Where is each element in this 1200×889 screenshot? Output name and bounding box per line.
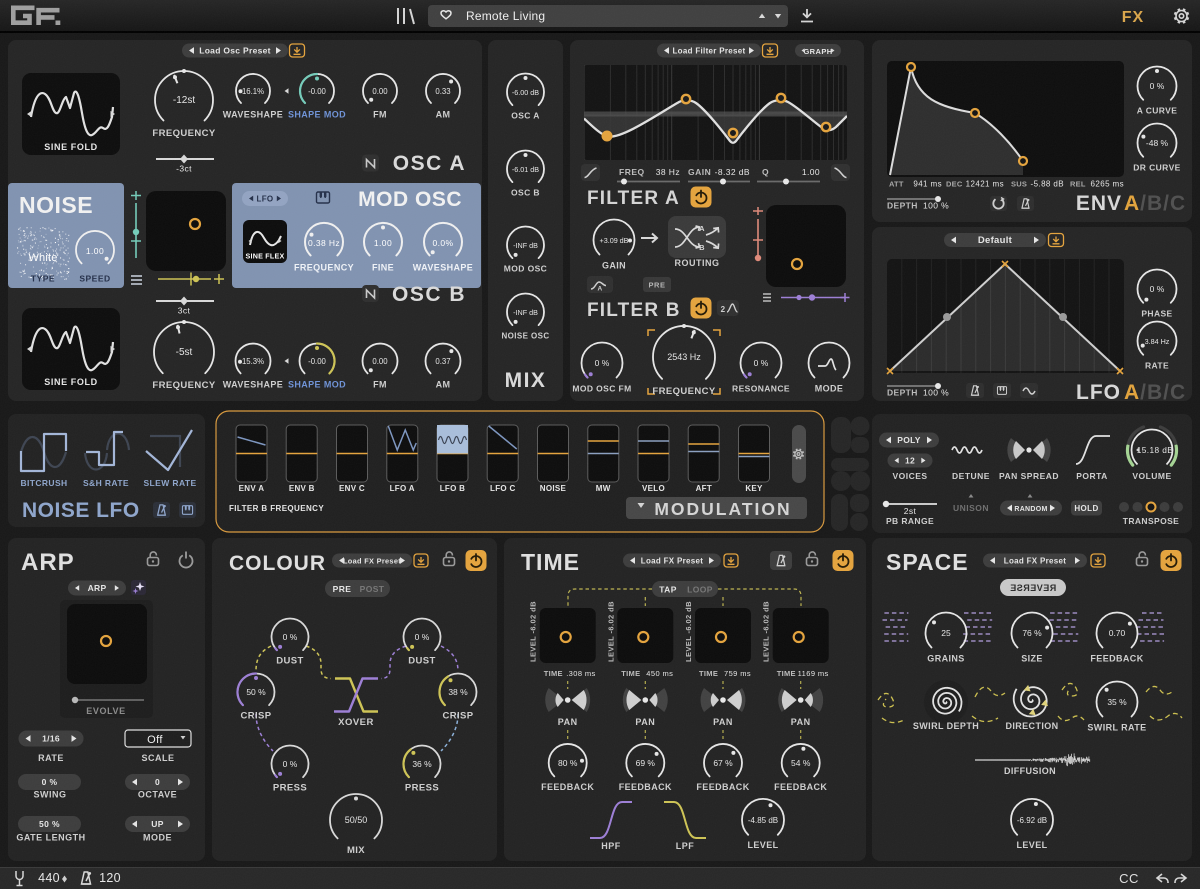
svg-text:Remote Living: Remote Living xyxy=(466,9,545,23)
svg-text:440: 440 xyxy=(38,871,60,885)
svg-text:CC: CC xyxy=(1119,871,1139,886)
svg-text:120: 120 xyxy=(99,871,121,885)
svg-text:FX: FX xyxy=(1122,9,1144,26)
